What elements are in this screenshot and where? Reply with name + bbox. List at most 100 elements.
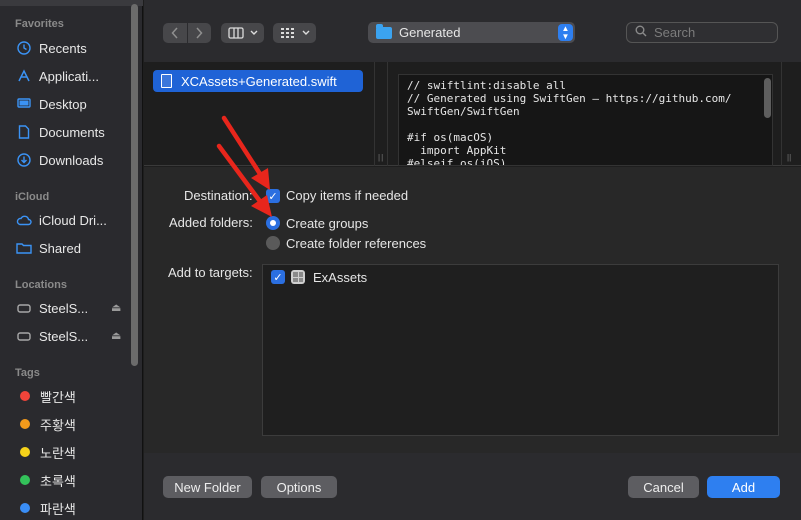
path-popup-label: Generated bbox=[399, 25, 461, 40]
sidebar-item-label: SteelS... bbox=[39, 300, 89, 316]
tag-color-dot bbox=[20, 419, 30, 429]
sidebar-tag-blue[interactable]: 파란색 bbox=[16, 497, 128, 519]
chevron-left-icon bbox=[171, 27, 178, 39]
column-view-button[interactable] bbox=[221, 23, 264, 43]
sidebar-item-drive-1[interactable]: SteelS... ⏏ bbox=[16, 297, 128, 319]
copy-items-checkbox[interactable]: ✓ bbox=[266, 189, 280, 203]
back-button[interactable] bbox=[163, 23, 188, 43]
new-folder-button[interactable]: New Folder bbox=[163, 476, 252, 498]
eject-icon[interactable]: ⏏ bbox=[111, 301, 121, 314]
sidebar-item-label: Applicati... bbox=[39, 68, 99, 84]
drive-icon bbox=[16, 328, 32, 344]
sidebar-item-label: 빨간색 bbox=[40, 389, 76, 405]
sidebar-item-label: 파란색 bbox=[40, 501, 76, 517]
sidebar-item-documents[interactable]: Documents bbox=[16, 121, 128, 143]
create-groups-label: Create groups bbox=[286, 216, 369, 231]
sidebar-section-favorites: Favorites bbox=[15, 18, 64, 30]
cloud-icon bbox=[16, 212, 32, 228]
sidebar-item-label: Documents bbox=[39, 124, 105, 140]
tag-color-dot bbox=[20, 391, 30, 401]
swift-file-icon bbox=[161, 74, 172, 88]
sidebar-tag-orange[interactable]: 주황색 bbox=[16, 413, 128, 435]
preview-line: #elseif os(iOS) bbox=[407, 157, 507, 166]
add-button[interactable]: Add bbox=[707, 476, 780, 498]
column-resize-handle[interactable]: || bbox=[781, 62, 801, 166]
sidebar-item-label: Downloads bbox=[39, 152, 104, 168]
column-resize-handle[interactable]: || bbox=[374, 62, 388, 166]
sidebar-scrollbar[interactable] bbox=[131, 4, 138, 366]
path-popup[interactable]: Generated ▲ ▼ bbox=[368, 22, 575, 43]
sidebar-item-label: 초록색 bbox=[40, 473, 76, 489]
tag-color-dot bbox=[20, 475, 30, 485]
preview-line: SwiftGen/SwiftGen bbox=[407, 105, 520, 118]
applications-icon bbox=[16, 68, 32, 84]
columns-icon bbox=[227, 27, 244, 39]
file-row-selected[interactable]: XCAssets+Generated.swift bbox=[153, 70, 363, 92]
chevron-down-icon bbox=[302, 30, 309, 35]
targets-list: ✓ ExAssets bbox=[262, 264, 779, 436]
download-icon bbox=[16, 152, 32, 168]
sidebar-item-label: Shared bbox=[39, 240, 81, 256]
sidebar-top-strip bbox=[0, 0, 143, 6]
forward-button[interactable] bbox=[188, 23, 212, 43]
sidebar-tag-green[interactable]: 초록색 bbox=[16, 469, 128, 491]
sidebar-section-locations: Locations bbox=[15, 279, 67, 291]
preview-line: #if os(macOS) bbox=[407, 131, 494, 144]
target-row[interactable]: ✓ ExAssets bbox=[271, 268, 367, 286]
tag-color-dot bbox=[20, 447, 30, 457]
target-checkbox[interactable]: ✓ bbox=[271, 270, 285, 284]
sidebar-item-desktop[interactable]: Desktop bbox=[16, 93, 128, 115]
folder-icon bbox=[376, 23, 392, 39]
create-groups-radio[interactable] bbox=[266, 216, 280, 230]
chevron-right-icon bbox=[196, 27, 203, 39]
sidebar-item-label: Desktop bbox=[39, 96, 87, 112]
file-name: XCAssets+Generated.swift bbox=[181, 73, 337, 89]
cancel-button[interactable]: Cancel bbox=[628, 476, 699, 498]
sidebar: Favorites Recents Applicati... Desktop D… bbox=[0, 0, 143, 520]
search-placeholder: Search bbox=[654, 25, 696, 40]
toolbar: Generated ▲ ▼ Search bbox=[144, 0, 801, 62]
sidebar-item-icloud-drive[interactable]: iCloud Dri... bbox=[16, 209, 128, 231]
sidebar-item-shared[interactable]: Shared bbox=[16, 237, 128, 259]
sidebar-item-drive-2[interactable]: SteelS... ⏏ bbox=[16, 325, 128, 347]
tag-color-dot bbox=[20, 503, 30, 513]
sidebar-item-label: 노란색 bbox=[40, 445, 76, 461]
search-field[interactable]: Search bbox=[626, 22, 778, 43]
file-browser: XCAssets+Generated.swift || // swiftlint… bbox=[144, 62, 801, 166]
sidebar-item-recents[interactable]: Recents bbox=[16, 37, 128, 59]
file-preview: // swiftlint:disable all// Generated usi… bbox=[398, 74, 773, 166]
chevron-down-icon bbox=[250, 30, 257, 35]
create-folder-references-radio[interactable] bbox=[266, 236, 280, 250]
preview-line: import AppKit bbox=[407, 144, 507, 157]
drive-icon bbox=[16, 300, 32, 316]
sidebar-tag-red[interactable]: 빨간색 bbox=[16, 385, 128, 407]
document-icon bbox=[16, 124, 32, 140]
target-name: ExAssets bbox=[313, 269, 368, 285]
preview-scrollbar[interactable] bbox=[764, 78, 771, 118]
main-pane: Generated ▲ ▼ Search XCAssets+Generated.s… bbox=[144, 0, 801, 520]
create-folder-references-label: Create folder references bbox=[286, 236, 427, 251]
desktop-icon bbox=[16, 96, 32, 112]
shared-folder-icon bbox=[16, 240, 32, 256]
add-to-targets-label: Add to targets: bbox=[168, 265, 253, 280]
sidebar-item-label: SteelS... bbox=[39, 328, 89, 344]
sidebar-tag-yellow[interactable]: 노란색 bbox=[16, 441, 128, 463]
grid-icon bbox=[280, 28, 294, 38]
destination-label: Destination: bbox=[184, 188, 253, 203]
up-down-stepper-icon: ▲ ▼ bbox=[558, 24, 573, 41]
sidebar-section-tags: Tags bbox=[15, 367, 40, 379]
preview-line bbox=[407, 118, 764, 131]
copy-items-label: Copy items if needed bbox=[286, 188, 409, 203]
sidebar-item-applications[interactable]: Applicati... bbox=[16, 65, 128, 87]
search-icon bbox=[635, 25, 647, 40]
options-button[interactable]: Options bbox=[261, 476, 337, 498]
sidebar-item-label: iCloud Dri... bbox=[39, 212, 107, 228]
app-target-icon bbox=[291, 270, 305, 284]
eject-icon[interactable]: ⏏ bbox=[111, 329, 121, 342]
nav-button-group bbox=[163, 23, 211, 43]
sidebar-item-downloads[interactable]: Downloads bbox=[16, 149, 128, 171]
sidebar-item-label: 주황색 bbox=[40, 417, 76, 433]
preview-line: // Generated using SwiftGen — https://gi… bbox=[407, 92, 732, 105]
options-panel: Destination: ✓ Copy items if needed Adde… bbox=[144, 167, 801, 453]
group-by-button[interactable] bbox=[273, 23, 316, 43]
